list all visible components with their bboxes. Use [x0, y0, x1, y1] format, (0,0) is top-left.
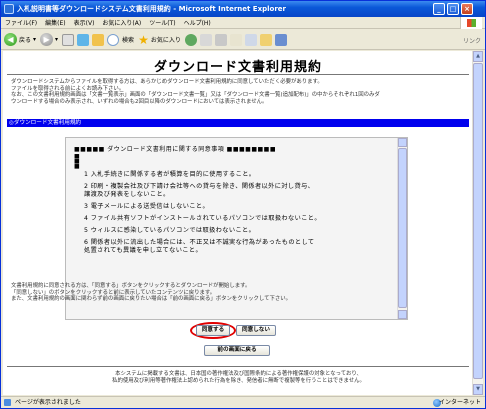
windows-flag-icon [467, 19, 476, 27]
forward-dropdown-icon[interactable]: ▾ [55, 36, 58, 43]
intro-text: ダウンロードシステムからファイルを取得する方は、あらかじめダウンロード文書利用規… [11, 79, 380, 105]
search-label: 検索 [122, 37, 135, 44]
scroll-thumb[interactable] [473, 63, 483, 379]
menu-help[interactable]: ヘルプ(H) [184, 18, 211, 27]
page-done-icon [4, 399, 11, 406]
search-button[interactable]: 検索 [107, 33, 135, 46]
menu-favorites[interactable]: お気に入り(A) [102, 18, 141, 27]
windows-logo [460, 17, 482, 29]
messenger-icon[interactable] [259, 33, 272, 46]
menu-tools[interactable]: ツール(T) [149, 18, 175, 27]
back-dropdown-icon[interactable]: ▾ [33, 36, 36, 43]
search-icon [107, 33, 120, 46]
menu-bar: ファイル(F) 編集(E) 表示(V) お気に入り(A) ツール(T) ヘルプ(… [1, 17, 485, 29]
term-item: 1 入札手続きに関係する者が積算を目的に使用すること。 [84, 171, 256, 178]
print-icon[interactable] [214, 33, 227, 46]
window-title: 入札説明書等ダウンロードシステム文書利用規約 - Microsoft Inter… [17, 5, 286, 13]
term-item: 3 電子メールによる送受信はしないこと。 [84, 203, 210, 210]
minimize-button[interactable]: _ [433, 3, 445, 15]
research-icon[interactable] [274, 33, 287, 46]
links-button[interactable]: リンク [463, 36, 481, 45]
page-scrollbar[interactable]: ▲ ▼ [472, 51, 483, 395]
term-item: 2 印刷・複製会社及び下請け会社等への貸与を除き、関係者以外に対し貸与、 譲渡及… [84, 183, 315, 198]
back-label: 戻る [19, 37, 32, 44]
home-icon[interactable] [92, 33, 105, 46]
status-bar: ページが表示されました インターネット [1, 396, 485, 408]
forward-arrow-icon: ▶ [40, 33, 54, 46]
section-header: ◎ダウンロード文書利用規約 [7, 119, 469, 127]
agree-button[interactable]: 同意する [196, 325, 230, 336]
favorites-button[interactable]: ★ お気に入り [138, 33, 181, 47]
menu-view[interactable]: 表示(V) [74, 18, 95, 27]
footer-divider [7, 366, 469, 367]
discuss-icon[interactable] [244, 33, 257, 46]
terms-marks: ■ ■ ■ [74, 153, 81, 170]
instructions-text: 文書利用規約に同意される方は、「同意する」ボタンをクリックするとダウンロードが開… [11, 283, 292, 303]
security-zone-label: インターネット [438, 399, 481, 406]
toolbar: ◀ 戻る ▾ ▶ ▾ 検索 ★ お気に入り [1, 30, 485, 50]
refresh-icon[interactable] [77, 33, 90, 46]
back-arrow-icon: ◀ [4, 33, 17, 46]
disagree-button[interactable]: 同意しない [236, 325, 276, 336]
status-text: ページが表示されました [15, 399, 81, 406]
menu-file[interactable]: ファイル(F) [5, 18, 37, 27]
back-to-previous-button[interactable]: 前の画面に戻る [204, 345, 270, 356]
menu-edit[interactable]: 編集(E) [45, 18, 65, 27]
close-button[interactable]: × [461, 3, 473, 15]
terms-scroll-down-icon[interactable] [398, 310, 407, 319]
history-icon[interactable] [184, 33, 197, 46]
copyright-notice: 本システムに掲載する文書は、日本国の著作権法及び国際条約による著作権保護の対象と… [112, 371, 365, 384]
scroll-up-icon[interactable]: ▲ [473, 51, 483, 62]
title-bar: 入札説明書等ダウンロードシステム文書利用規約 - Microsoft Inter… [1, 1, 485, 17]
ie-icon [4, 4, 14, 14]
title-divider [7, 74, 469, 75]
stop-icon[interactable] [62, 33, 75, 46]
page-title: ダウンロード文書利用規約 [153, 60, 322, 75]
terms-header: ■■■■■ ダウンロード文書利用に関する同意事項 ■■■■■■■■ [74, 146, 277, 153]
forward-button[interactable]: ▶ ▾ [40, 33, 58, 46]
browser-window: 入札説明書等ダウンロードシステム文書利用規約 - Microsoft Inter… [0, 0, 486, 409]
mail-icon[interactable] [199, 33, 212, 46]
maximize-button[interactable]: □ [447, 3, 459, 15]
scroll-down-icon[interactable]: ▼ [473, 384, 483, 395]
favorites-star-icon: ★ [138, 32, 149, 47]
term-item: 4 ファイル共有ソフトがインストールされているパソコンでは取扱わないこと。 [84, 215, 321, 222]
back-button[interactable]: ◀ 戻る ▾ [4, 33, 36, 46]
term-item: 5 ウィルスに感染しているパソコンでは取扱わないこと。 [84, 227, 256, 234]
terms-scroll-up-icon[interactable] [398, 138, 407, 147]
term-item: 6 関係者以外に流出した場合には、不正又は不誠実な行為があったものとして 処置さ… [84, 239, 315, 254]
edit-icon[interactable] [229, 33, 242, 46]
favorites-label: お気に入り [150, 37, 181, 44]
page-content: ダウンロード文書利用規約 ダウンロードシステムからファイルを取得する方は、あらか… [3, 51, 473, 395]
